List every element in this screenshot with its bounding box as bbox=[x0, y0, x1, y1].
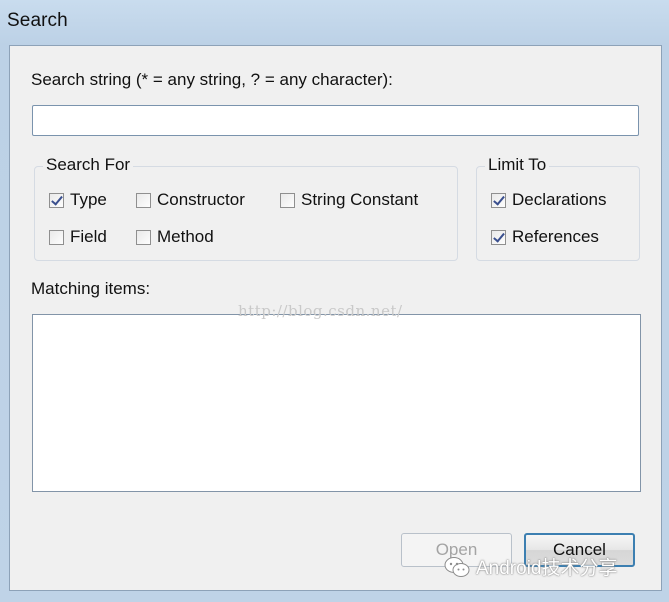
constructor-checkbox[interactable]: Constructor bbox=[136, 190, 245, 210]
references-checkbox-label: References bbox=[512, 227, 599, 246]
checkbox-checked-icon[interactable] bbox=[491, 192, 506, 208]
checkbox-checked-icon[interactable] bbox=[49, 192, 64, 208]
checkbox-unchecked-icon[interactable] bbox=[280, 192, 295, 208]
type-checkbox[interactable]: Type bbox=[49, 190, 107, 210]
field-checkbox[interactable]: Field bbox=[49, 227, 107, 247]
references-checkbox[interactable]: References bbox=[491, 227, 599, 247]
method-checkbox-label: Method bbox=[157, 227, 214, 246]
search-string-label: Search string (* = any string, ? = any c… bbox=[31, 70, 393, 89]
string-constant-checkbox[interactable]: String Constant bbox=[280, 190, 418, 210]
search-for-legend: Search For bbox=[43, 155, 134, 175]
matching-items-list[interactable] bbox=[32, 314, 641, 492]
declarations-checkbox-label: Declarations bbox=[512, 190, 607, 209]
checkbox-checked-icon[interactable] bbox=[491, 229, 506, 245]
limit-to-legend: Limit To bbox=[485, 155, 550, 175]
limit-to-group: Limit To Declarations References bbox=[476, 155, 640, 261]
wechat-icon bbox=[444, 556, 470, 577]
window-title: Search bbox=[7, 10, 68, 31]
search-dialog: Search Search string (* = any string, ? … bbox=[0, 0, 669, 602]
constructor-checkbox-label: Constructor bbox=[157, 190, 245, 209]
checkbox-unchecked-icon[interactable] bbox=[49, 229, 64, 245]
title-bar[interactable]: Search bbox=[0, 0, 669, 44]
type-checkbox-label: Type bbox=[70, 190, 107, 209]
checkbox-unchecked-icon[interactable] bbox=[136, 229, 151, 245]
search-string-input[interactable] bbox=[32, 105, 639, 136]
brand-text: Android技术分享 bbox=[476, 558, 618, 579]
declarations-checkbox[interactable]: Declarations bbox=[491, 190, 607, 210]
checkbox-unchecked-icon[interactable] bbox=[136, 192, 151, 208]
blog-watermark: http://blog.csdn.net/ bbox=[238, 302, 403, 320]
field-checkbox-label: Field bbox=[70, 227, 107, 246]
matching-items-label: Matching items: bbox=[31, 279, 151, 298]
brand-watermark: Android技术分享 bbox=[444, 553, 618, 580]
method-checkbox[interactable]: Method bbox=[136, 227, 214, 247]
search-for-group: Search For Type Constructor String Const… bbox=[34, 155, 458, 261]
string-constant-checkbox-label: String Constant bbox=[301, 190, 419, 209]
dialog-body: Search string (* = any string, ? = any c… bbox=[9, 45, 662, 591]
